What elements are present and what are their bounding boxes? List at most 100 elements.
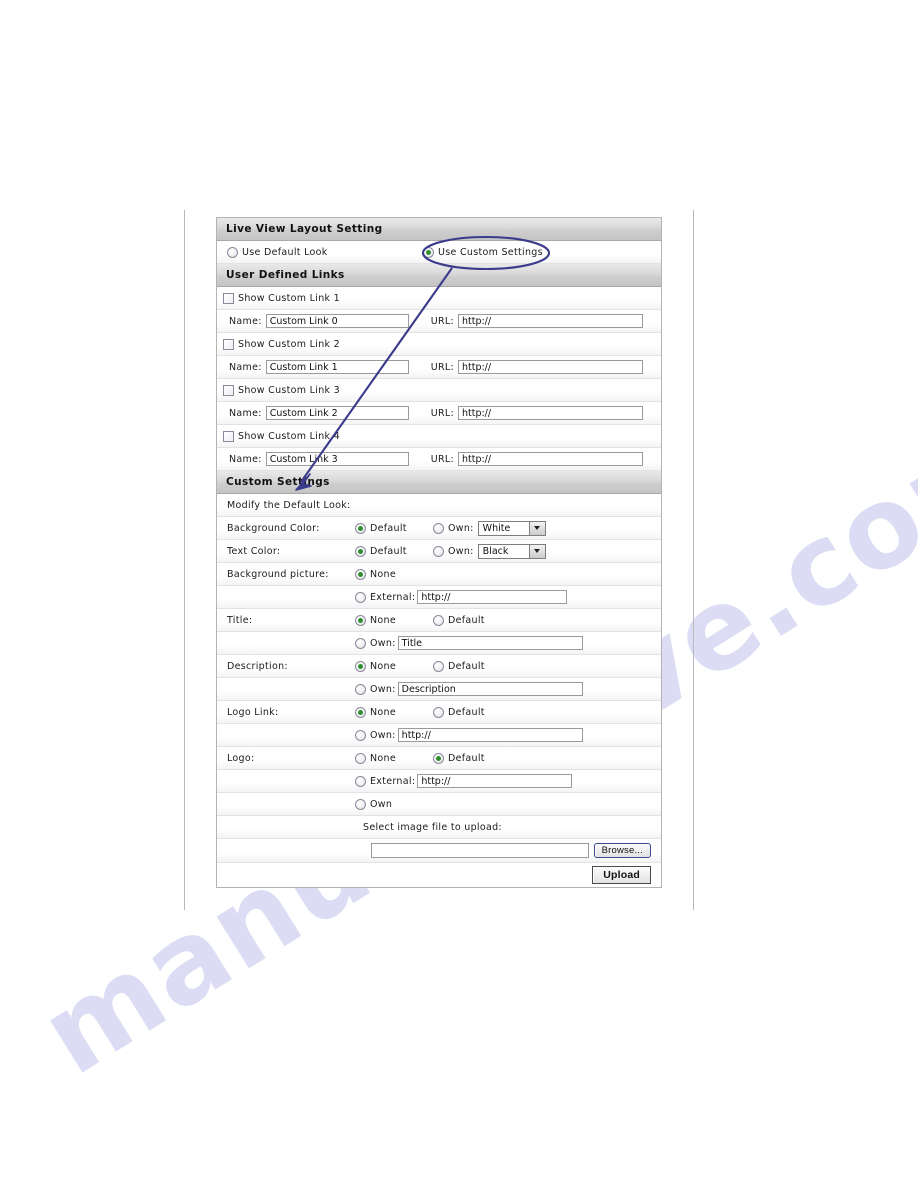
- upload-button[interactable]: Upload: [592, 866, 651, 884]
- radio-background-picture-external[interactable]: External:: [355, 591, 416, 603]
- radio-icon-logo-none: [355, 752, 366, 764]
- upload-file-input[interactable]: [370, 843, 589, 858]
- radio-logo-link-own[interactable]: Own:: [355, 729, 396, 741]
- modify-default-look-note: Modify the Default Look:: [227, 499, 351, 511]
- url-input-3[interactable]: http://: [457, 406, 643, 420]
- radio-background-picture-none[interactable]: None: [355, 568, 396, 580]
- custom-link-fields-row: Name: Custom Link 3 URL: http://: [217, 448, 661, 471]
- name-input-4[interactable]: Custom Link 3: [265, 452, 409, 466]
- radio-label-bgpic-external: External:: [370, 591, 416, 603]
- select-background-color[interactable]: White: [477, 520, 546, 536]
- background-picture-row: Background picture: None: [217, 563, 661, 586]
- radio-label-logo-own: Own: [370, 798, 393, 810]
- radio-text-color-own[interactable]: Own:: [433, 545, 474, 557]
- upload-action-row: Upload: [217, 863, 661, 887]
- radio-title-default[interactable]: Default: [433, 614, 485, 626]
- name-label-4: Name:: [229, 453, 262, 465]
- radio-icon-title-none: [355, 614, 366, 626]
- select-text-color[interactable]: Black: [477, 543, 546, 559]
- radio-title-none[interactable]: None: [355, 614, 433, 626]
- logo-external-input[interactable]: http://: [417, 774, 573, 788]
- checkbox-icon-show-link-2: [223, 338, 234, 350]
- url-input-1[interactable]: http://: [457, 314, 643, 328]
- page-border-right: [693, 210, 694, 910]
- radio-title-own[interactable]: Own:: [355, 637, 396, 649]
- checkbox-label-show-link-1: Show Custom Link 1: [238, 292, 340, 304]
- radio-icon-logo-external: [355, 775, 366, 787]
- radio-icon-textcolor-default: [355, 545, 366, 557]
- checkbox-show-custom-link-1[interactable]: Show Custom Link 1: [223, 292, 340, 304]
- text-color-row: Text Color: Default Own: Black: [217, 540, 661, 563]
- radio-label-title-own: Own:: [370, 637, 396, 649]
- title-own-input[interactable]: Title: [397, 636, 583, 650]
- section-header-user-defined-links: User Defined Links: [217, 264, 661, 287]
- radio-icon-custom-settings: [423, 246, 434, 258]
- radio-text-color-default[interactable]: Default: [355, 545, 433, 557]
- radio-icon-logo-default: [433, 752, 444, 764]
- radio-icon-logolink-none: [355, 706, 366, 718]
- background-picture-external-input[interactable]: http://: [417, 590, 568, 604]
- radio-description-default[interactable]: Default: [433, 660, 485, 672]
- radio-background-color-own[interactable]: Own:: [433, 522, 474, 534]
- select-value-text-color: Black: [482, 545, 509, 557]
- checkbox-show-custom-link-4[interactable]: Show Custom Link 4: [223, 430, 340, 442]
- custom-link-fields-row: Name: Custom Link 2 URL: http://: [217, 402, 661, 425]
- logo-link-label: Logo Link:: [227, 706, 279, 718]
- modify-default-look-note-row: Modify the Default Look:: [217, 494, 661, 517]
- text-color-label: Text Color:: [227, 545, 281, 557]
- url-label-1: URL:: [430, 315, 454, 327]
- radio-use-default-look[interactable]: Use Default Look: [223, 246, 423, 258]
- radio-label-textcolor-own: Own:: [448, 545, 474, 557]
- checkbox-icon-show-link-3: [223, 384, 234, 396]
- radio-label-logolink-default: Default: [448, 706, 485, 718]
- name-label-3: Name:: [229, 407, 262, 419]
- radio-logo-own[interactable]: Own: [355, 798, 393, 810]
- background-color-row: Background Color: Default Own: White: [217, 517, 661, 540]
- radio-logo-default[interactable]: Default: [433, 752, 485, 764]
- title-label: Title:: [227, 614, 253, 626]
- radio-icon-logolink-own: [355, 729, 366, 741]
- radio-icon-bgpic-external: [355, 591, 366, 603]
- radio-label-logo-none: None: [370, 752, 396, 764]
- description-label: Description:: [227, 660, 288, 672]
- radio-background-color-default[interactable]: Default: [355, 522, 433, 534]
- radio-label-logolink-none: None: [370, 706, 396, 718]
- description-own-row: Own: Description: [217, 678, 661, 701]
- checkbox-show-custom-link-3[interactable]: Show Custom Link 3: [223, 384, 340, 396]
- name-input-3[interactable]: Custom Link 2: [265, 406, 409, 420]
- background-picture-label: Background picture:: [227, 568, 329, 580]
- description-own-input[interactable]: Description: [397, 682, 583, 696]
- name-input-2[interactable]: Custom Link 1: [265, 360, 409, 374]
- radio-logo-link-none[interactable]: None: [355, 706, 433, 718]
- radio-icon-bgcolor-own: [433, 522, 444, 534]
- radio-icon-default-look: [227, 246, 238, 258]
- radio-description-none[interactable]: None: [355, 660, 433, 672]
- radio-label-description-default: Default: [448, 660, 485, 672]
- logo-link-own-input[interactable]: http://: [397, 728, 583, 742]
- upload-prompt-row: Select image file to upload:: [217, 816, 661, 839]
- url-input-4[interactable]: http://: [457, 452, 643, 466]
- radio-icon-description-none: [355, 660, 366, 672]
- title-row: Title: None Default: [217, 609, 661, 632]
- radio-label-logo-external: External:: [370, 775, 416, 787]
- radio-logo-none[interactable]: None: [355, 752, 433, 764]
- radio-label-logo-default: Default: [448, 752, 485, 764]
- url-input-2[interactable]: http://: [457, 360, 643, 374]
- radio-icon-bgcolor-default: [355, 522, 366, 534]
- radio-icon-title-own: [355, 637, 366, 649]
- radio-label-default-look: Use Default Look: [242, 246, 328, 258]
- radio-icon-bgpic-none: [355, 568, 366, 580]
- radio-use-custom-settings[interactable]: Use Custom Settings: [423, 246, 543, 258]
- browse-button[interactable]: Browse...: [593, 843, 651, 858]
- radio-logo-link-default[interactable]: Default: [433, 706, 485, 718]
- name-input-1[interactable]: Custom Link 0: [265, 314, 409, 328]
- custom-link-fields-row: Name: Custom Link 1 URL: http://: [217, 356, 661, 379]
- radio-logo-external[interactable]: External:: [355, 775, 416, 787]
- checkbox-show-custom-link-2[interactable]: Show Custom Link 2: [223, 338, 340, 350]
- radio-description-own[interactable]: Own:: [355, 683, 396, 695]
- page-border-left: [184, 210, 185, 910]
- url-label-3: URL:: [430, 407, 454, 419]
- description-row: Description: None Default: [217, 655, 661, 678]
- background-color-label: Background Color:: [227, 522, 320, 534]
- url-label-2: URL:: [430, 361, 454, 373]
